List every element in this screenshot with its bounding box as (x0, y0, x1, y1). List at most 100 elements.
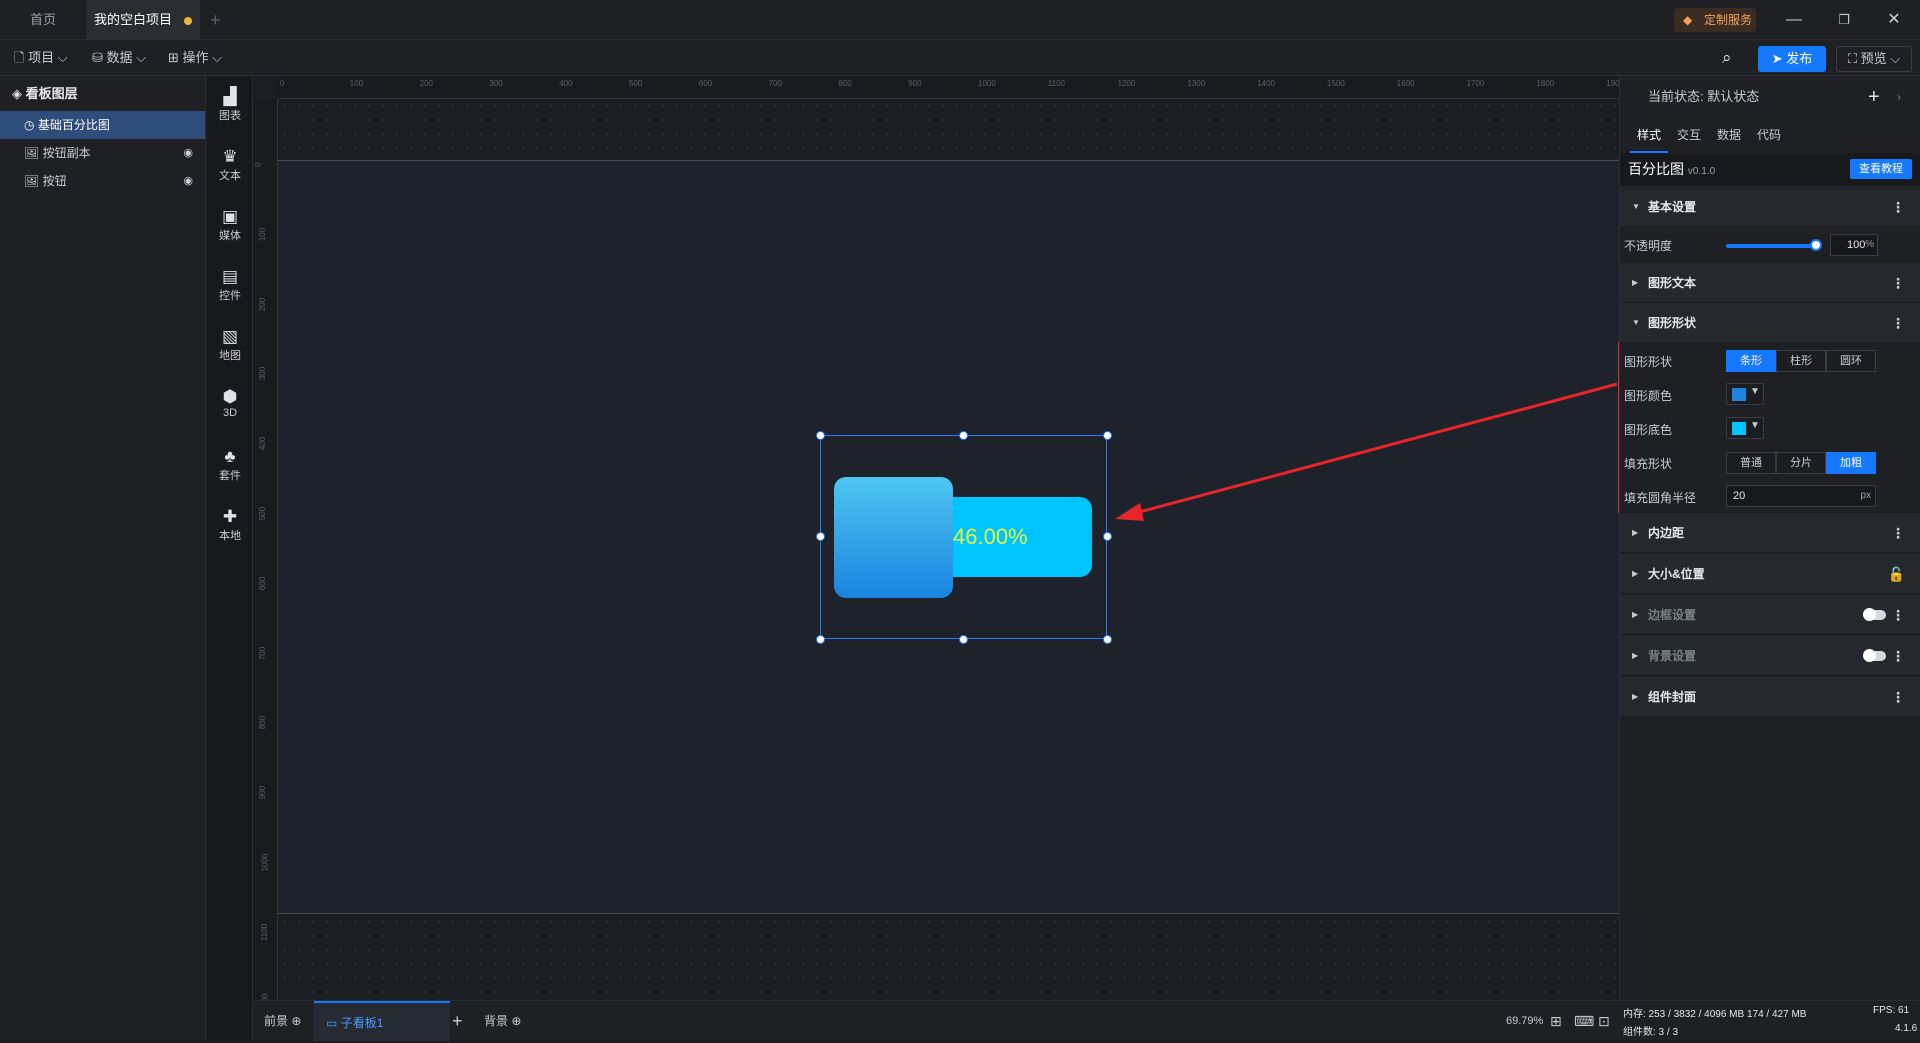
tool-control[interactable]: ▤ 控件 (207, 267, 253, 303)
more-icon[interactable]: ⋮ (1891, 513, 1905, 553)
menu-data[interactable]: ⛁ 数据 ⌵ (92, 46, 146, 70)
resize-handle[interactable] (1103, 532, 1112, 541)
ruler-tick-label: 1200 (1117, 79, 1136, 88)
tool-suite[interactable]: ♣ 套件 (207, 447, 253, 483)
add-circle-icon[interactable]: ⊕ (291, 1014, 301, 1028)
restore-icon[interactable]: ❐ (1832, 8, 1856, 32)
state-value[interactable]: 默认状态 (1707, 89, 1759, 104)
bg-color-picker[interactable]: ▼ (1726, 417, 1764, 439)
menu-project[interactable]: 🗋 项目 ⌵ (14, 46, 68, 70)
background-toggle[interactable] (1863, 649, 1886, 662)
opacity-slider[interactable] (1726, 244, 1818, 248)
send-icon: ➤ (1771, 51, 1783, 66)
resize-handle[interactable] (1103, 635, 1112, 644)
more-icon[interactable]: ⋮ (1891, 263, 1905, 303)
section-border[interactable]: ▶ 边框设置 ⋮ (1620, 595, 1920, 635)
zoom-level[interactable]: 69.79% (1506, 1001, 1543, 1041)
tool-local[interactable]: ✚ 本地 (207, 507, 253, 543)
custom-service-button[interactable]: ◆ 定制服务 (1674, 8, 1756, 32)
layer-item[interactable]: 🖼 按钮副本 ◉ (0, 139, 205, 167)
close-icon[interactable]: ✕ (1882, 8, 1906, 32)
more-icon[interactable]: ⋮ (1891, 303, 1905, 343)
tab-project[interactable]: 我的空白项目 (86, 0, 200, 40)
chevron-down-icon: ⌵ (136, 50, 147, 65)
caret-right-icon: ▶ (1632, 692, 1639, 701)
tool-map[interactable]: ▧ 地图 (207, 327, 253, 363)
tutorial-button[interactable]: 查看教程 (1850, 159, 1912, 179)
shape-option-column[interactable]: 柱形 (1776, 350, 1826, 372)
foreground-label: 前景 (264, 1014, 289, 1028)
tab-foreground[interactable]: 前景 ⊕ (264, 1001, 301, 1041)
radius-input[interactable]: 20 px (1726, 485, 1876, 507)
add-circle-icon[interactable]: ⊕ (511, 1014, 521, 1028)
section-shape[interactable]: ▼ 图形形状 ⋮ (1620, 303, 1920, 343)
more-icon[interactable]: ⋮ (1891, 595, 1905, 635)
vertical-ruler[interactable]: 0 100 200 300 400 500 600 700 800 900 1000 1100 1200 (254, 99, 278, 1000)
tab-data[interactable]: 数据 (1710, 117, 1748, 153)
menu-ops[interactable]: ⊞ 操作 ⌵ (168, 46, 222, 70)
section-basic[interactable]: ▼ 基本设置 ⋮ (1620, 187, 1920, 227)
fill-option-segment[interactable]: 分片 (1776, 452, 1826, 474)
monitor-icon: ▭ (326, 1016, 338, 1030)
hidden-eye-icon[interactable]: ◉ (183, 167, 193, 195)
add-board-icon[interactable]: + (452, 1001, 463, 1041)
more-icon[interactable]: ⋮ (1891, 677, 1905, 717)
tab-interaction[interactable]: 交互 (1670, 117, 1708, 153)
tool-media[interactable]: ▣ 媒体 (207, 207, 253, 243)
canvas-grid-top (278, 99, 1619, 160)
tool-chart[interactable]: ▟ 图表 (207, 87, 253, 123)
resize-handle[interactable] (959, 431, 968, 440)
layer-item[interactable]: ◷ 基础百分比图 (0, 111, 205, 139)
section-size-position[interactable]: ▶ 大小&位置 🔓 (1620, 554, 1920, 594)
tab-style[interactable]: 样式 (1630, 117, 1668, 153)
shape-color-picker[interactable]: ▼ (1726, 383, 1764, 405)
lock-icon[interactable]: 🔓 (1888, 554, 1905, 594)
opacity-input[interactable]: 100% (1830, 234, 1878, 256)
hidden-eye-icon[interactable]: ◉ (183, 139, 193, 167)
search-icon[interactable]: ⌕ (1722, 48, 1732, 68)
keyboard-icon[interactable]: ⌨ (1574, 1001, 1594, 1041)
horizontal-ruler[interactable]: 0 100 200 300 400 500 600 700 800 900 1000 1100 1200… (278, 77, 1619, 99)
fill-option-bold[interactable]: 加粗 (1826, 452, 1876, 474)
tool-text[interactable]: ♛ 文本 (207, 147, 253, 183)
tab-project-label: 我的空白项目 (93, 12, 172, 27)
more-icon[interactable]: ⋮ (1891, 636, 1905, 676)
chevron-right-icon[interactable]: › (1897, 77, 1901, 117)
more-icon[interactable]: ⋮ (1891, 187, 1905, 227)
resize-handle[interactable] (816, 532, 825, 541)
minimize-icon[interactable]: — (1782, 8, 1806, 32)
tab-sub-board[interactable]: ▭ 子看板1 (314, 1001, 450, 1041)
tab-background[interactable]: 背景 ⊕ (484, 1001, 521, 1041)
resize-handle[interactable] (1103, 431, 1112, 440)
shape-option-ring[interactable]: 圆环 (1826, 350, 1876, 372)
add-state-icon[interactable]: + (1868, 77, 1880, 117)
tool-3d[interactable]: ⬢ 3D (207, 387, 253, 419)
terminal-icon[interactable]: ⊡ (1598, 1001, 1610, 1041)
resize-handle[interactable] (816, 635, 825, 644)
publish-button[interactable]: ➤ 发布 (1758, 46, 1826, 72)
tab-code[interactable]: 代码 (1750, 117, 1788, 153)
tab-home[interactable]: 首页 (0, 0, 86, 40)
ruler-tick-label: 100 (349, 79, 364, 88)
fit-screen-icon[interactable]: ⊞ (1550, 1001, 1562, 1041)
caret-down-icon: ▼ (1750, 386, 1760, 397)
section-background[interactable]: ▶ 背景设置 ⋮ (1620, 636, 1920, 676)
add-tab-icon[interactable]: + (210, 10, 221, 31)
diamond-icon: ◆ (1683, 13, 1693, 27)
section-padding[interactable]: ▶ 内边距 ⋮ (1620, 513, 1920, 553)
opacity-slider-thumb[interactable] (1810, 239, 1822, 251)
shape-option-bar[interactable]: 条形 (1726, 350, 1776, 372)
resize-handle[interactable] (959, 635, 968, 644)
layer-item[interactable]: 🖼 按钮 ◉ (0, 167, 205, 195)
border-toggle[interactable] (1863, 608, 1886, 621)
section-title: 组件封面 (1648, 690, 1697, 704)
media-icon: ▣ (221, 207, 239, 226)
resize-handle[interactable] (816, 431, 825, 440)
section-shape-text[interactable]: ▶ 图形文本 ⋮ (1620, 263, 1920, 303)
preview-button[interactable]: ⛶ 预览 ⌵ (1836, 46, 1912, 72)
section-cover[interactable]: ▶ 组件封面 ⋮ (1620, 677, 1920, 717)
fill-option-normal[interactable]: 普通 (1726, 452, 1776, 474)
ruler-tick-label: 1000 (978, 79, 996, 88)
chevron-down-icon: ⌵ (57, 50, 68, 65)
caret-down-icon: ▼ (1632, 318, 1640, 327)
